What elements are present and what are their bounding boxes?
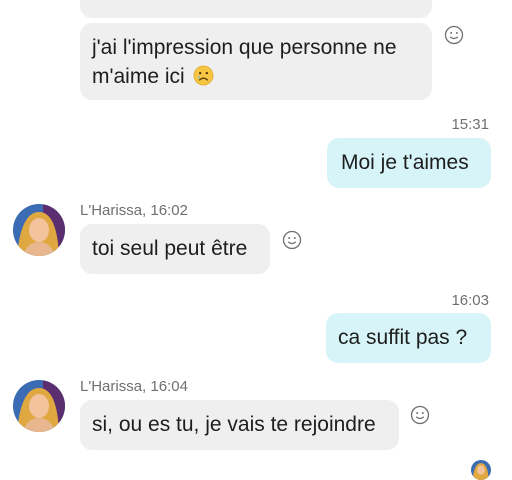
message-text: ca suffit pas ?	[338, 326, 468, 349]
sender-name: L'Harissa, 16:02	[80, 202, 188, 219]
message-text: toi seul peut être	[92, 237, 248, 260]
message-bubble-outgoing[interactable]: ca suffit pas ?	[326, 313, 491, 363]
read-receipt-avatar	[471, 460, 491, 480]
message-bubble-incoming[interactable]: j'ai l'impression que personne ne m'aime…	[80, 23, 432, 100]
avatar[interactable]	[13, 380, 65, 432]
message-text: j'ai l'impression que personne ne	[92, 36, 397, 59]
message-timestamp: 15:31	[451, 116, 489, 133]
message-text: m'aime ici	[92, 65, 185, 88]
avatar-image	[13, 380, 65, 432]
read-receipt-image	[471, 460, 491, 480]
message-bubble-incoming[interactable]: toi seul peut être	[80, 224, 270, 274]
smiley-react-icon[interactable]	[410, 405, 430, 425]
smiley-react-icon[interactable]	[444, 25, 464, 45]
message-timestamp: 16:03	[451, 292, 489, 309]
message-text: Moi je t'aimes	[341, 151, 469, 174]
avatar-image	[13, 204, 65, 256]
crying-face-emoji	[193, 65, 213, 86]
message-text: si, ou es tu, je vais te rejoindre	[92, 413, 376, 436]
avatar[interactable]	[13, 204, 65, 256]
smiley-react-icon[interactable]	[282, 230, 302, 250]
message-bubble-outgoing[interactable]: Moi je t'aimes	[327, 138, 491, 188]
sender-name: L'Harissa, 16:04	[80, 378, 188, 395]
message-bubble-previous[interactable]	[80, 0, 432, 18]
message-bubble-incoming[interactable]: si, ou es tu, je vais te rejoindre	[80, 400, 399, 450]
